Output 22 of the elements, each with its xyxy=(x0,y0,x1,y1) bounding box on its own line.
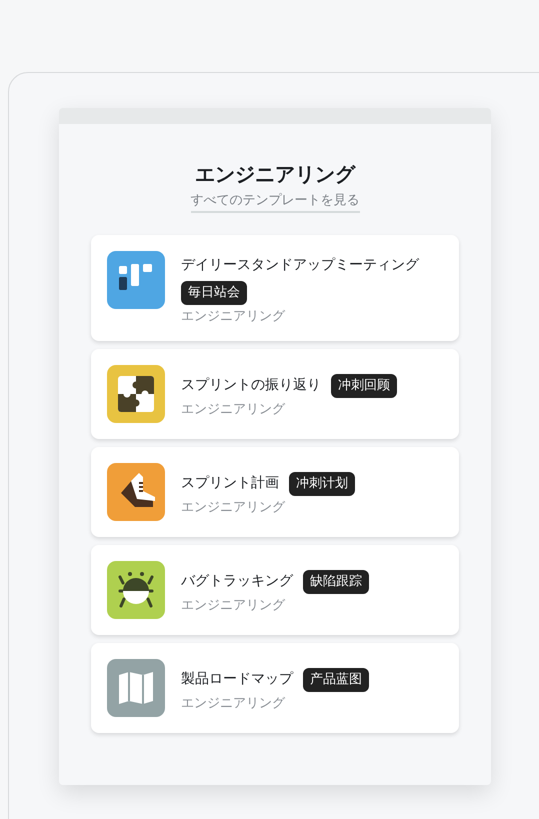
template-title: バグトラッキング xyxy=(181,572,293,588)
category-label: エンジニアリング xyxy=(181,696,286,712)
category-label: エンジニアリング xyxy=(181,309,286,325)
category-label: エンジニアリング xyxy=(181,500,286,516)
template-card[interactable]: デイリースタンドアップミーティング 毎日站会 エンジニアリング xyxy=(91,235,459,341)
template-card[interactable]: スプリント計画 冲刺计划 エンジニアリング xyxy=(91,447,459,537)
view-all-templates-link[interactable]: すべてのテンプレートを見る xyxy=(190,192,360,213)
tag-label: 毎日站会 xyxy=(181,281,247,305)
tag-label: 冲刺回顾 xyxy=(331,374,397,398)
template-title: スプリント計画 xyxy=(181,474,279,490)
template-card[interactable]: スプリントの振り返り 冲刺回顾 エンジニアリング xyxy=(91,349,459,439)
template-title: 製品ロードマップ xyxy=(181,670,293,686)
category-label: エンジニアリング xyxy=(181,598,286,614)
category-label: エンジニアリング xyxy=(181,402,286,418)
template-card[interactable]: 製品ロードマップ 产品蓝图 エンジニアリング xyxy=(91,643,459,733)
section-title: エンジニアリング xyxy=(195,161,355,188)
template-title: デイリースタンドアップミーティング xyxy=(181,257,419,273)
tag-label: 冲刺计划 xyxy=(289,472,355,496)
tag-label: 产品蓝图 xyxy=(303,668,369,692)
template-title: スプリントの振り返り xyxy=(181,376,321,392)
template-card[interactable]: バグトラッキング 缺陷跟踪 エンジニアリング xyxy=(91,545,459,635)
tag-label: 缺陷跟踪 xyxy=(303,570,369,594)
